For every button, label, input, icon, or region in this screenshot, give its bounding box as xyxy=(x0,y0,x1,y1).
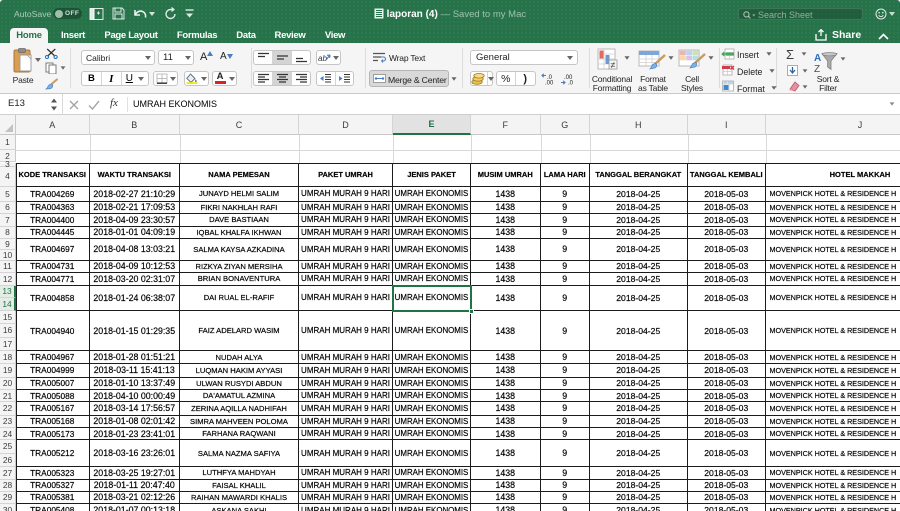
svg-text:≠: ≠ xyxy=(611,60,616,70)
svg-text:ab: ab xyxy=(318,54,327,63)
svg-text:A: A xyxy=(814,53,821,64)
svg-text:.0: .0 xyxy=(568,81,574,86)
svg-text:.00: .00 xyxy=(545,81,554,86)
